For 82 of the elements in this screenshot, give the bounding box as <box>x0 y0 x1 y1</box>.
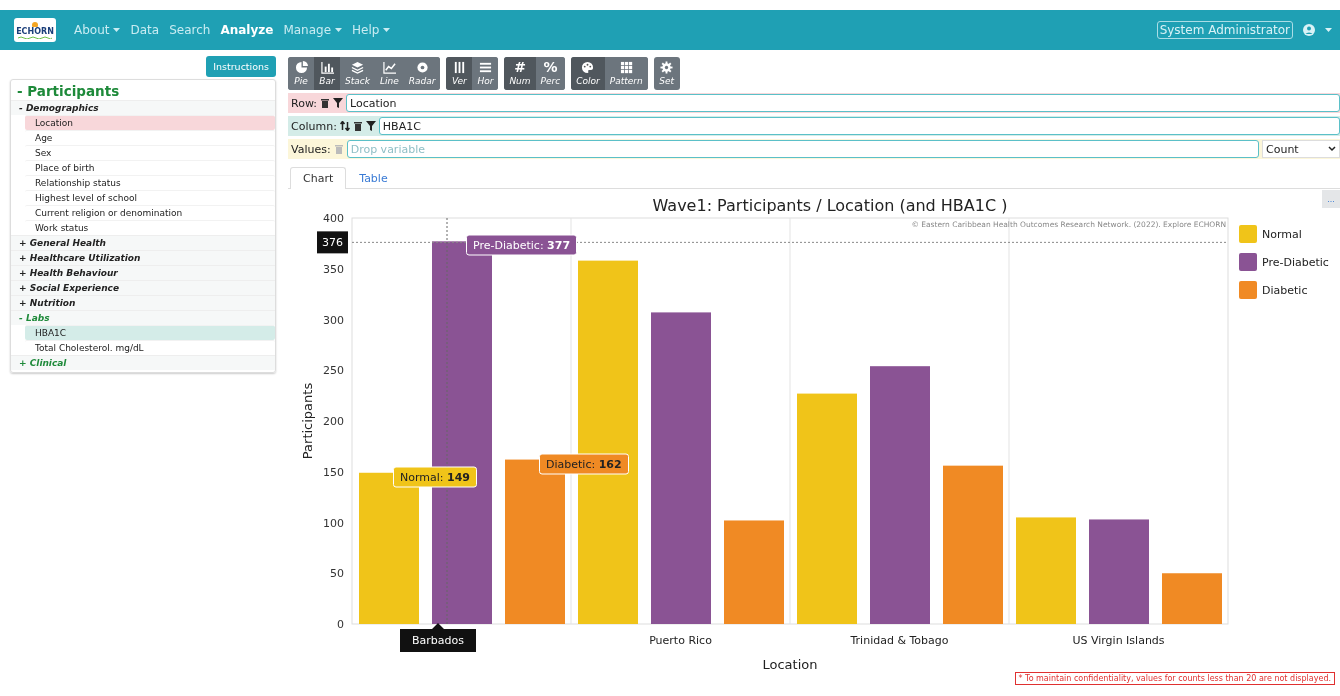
legend-label: Normal <box>1262 228 1302 241</box>
y-tick-label: 200 <box>323 415 344 428</box>
tree-group[interactable]: + Nutrition <box>11 295 275 310</box>
y-tick-label: 300 <box>323 313 344 327</box>
y-tick-label: 0 <box>337 618 344 631</box>
chart-title: Wave1: Participants / Location (and HBA1C ) <box>652 196 1008 215</box>
x-axis-title: Location <box>762 657 818 672</box>
confidentiality-note: * To maintain confidentiality, values for counts less than 20 are not displayed. <box>1014 672 1335 685</box>
pie-chart-icon <box>294 61 308 74</box>
x-tick-label: Trinidad & Tobago <box>850 634 949 647</box>
tree-root[interactable]: - Participants <box>11 82 275 100</box>
legend-item[interactable]: Pre-Diabetic <box>1239 253 1329 271</box>
tree-group[interactable]: + Clinical <box>11 355 275 370</box>
row-variable-field[interactable]: Location <box>346 94 1340 112</box>
sort-icon[interactable] <box>339 121 350 131</box>
view-tab[interactable]: Chart <box>290 167 347 189</box>
tree-group[interactable]: + Social Experience <box>11 280 275 295</box>
caret-icon <box>335 27 343 33</box>
zone-label: Column: <box>291 119 337 133</box>
tree-item[interactable]: Current religion or denomination <box>25 205 275 220</box>
legend-item[interactable]: Diabetic <box>1239 281 1308 299</box>
zone-label: Row: <box>291 96 317 110</box>
trash-icon[interactable] <box>320 98 330 108</box>
caret-icon <box>1325 27 1332 33</box>
chevron-down-icon <box>1328 146 1336 152</box>
tree-group[interactable]: - Labs <box>11 310 275 325</box>
trash-icon[interactable] <box>352 121 363 131</box>
tree-item[interactable]: HBA1C <box>25 325 275 340</box>
vertical-bars-icon <box>452 61 466 74</box>
user-icon[interactable] <box>1303 24 1315 36</box>
tree-item[interactable]: Location <box>25 115 275 130</box>
y-axis-title: Participants <box>300 382 315 460</box>
y-tick-label: 50 <box>330 567 344 581</box>
logo[interactable]: ECHORN <box>14 18 56 42</box>
tree-item[interactable]: Age <box>25 130 275 145</box>
filter-icon[interactable] <box>333 98 343 108</box>
chart-option-button[interactable]: Color <box>571 57 605 90</box>
y-tick-label: 150 <box>323 465 344 479</box>
x-tick-label: Barbados <box>412 634 465 647</box>
y-tick-label: 400 <box>323 212 344 225</box>
chart-menu-button[interactable]: ... <box>1322 190 1340 208</box>
tree-group[interactable]: + General Health <box>11 235 275 250</box>
column-variable-field[interactable]: HBA1C <box>378 117 1340 135</box>
zone-label: Values: <box>291 142 331 156</box>
y-tick-label: 100 <box>323 516 344 530</box>
tree-item[interactable]: Sex <box>25 145 275 160</box>
line-chart-icon <box>382 61 396 74</box>
tree-item[interactable]: Relationship status <box>25 175 275 190</box>
layers-icon <box>350 61 364 74</box>
aggregate-select[interactable]: Count <box>1262 140 1340 158</box>
menu-icon <box>478 61 492 74</box>
settings-icon <box>660 61 674 74</box>
tree-group[interactable]: + Healthcare Utilization <box>11 250 275 265</box>
y-tick-label: 250 <box>323 364 344 378</box>
caret-icon <box>113 27 121 33</box>
values-variable-field[interactable]: Drop variable <box>346 140 1259 158</box>
bar-chart-icon <box>320 61 334 74</box>
x-tick-label: Barbados <box>400 623 476 652</box>
tree-group[interactable]: - Demographics <box>11 100 275 115</box>
tree-item[interactable]: Highest level of school <box>25 190 275 205</box>
chart-option-button[interactable]: Bar <box>314 57 340 90</box>
tree-group[interactable]: + Health Behaviour <box>11 265 275 280</box>
x-tick-label: US Virgin Islands <box>1072 634 1165 647</box>
data-tooltip: Diabetic: 162 <box>539 453 629 475</box>
legend-label: Diabetic <box>1262 284 1308 297</box>
chart-option-button[interactable]: Ver <box>446 57 473 90</box>
x-tick-label: Puerto Rico <box>649 634 712 647</box>
chart-option-button[interactable]: # Num <box>504 57 536 90</box>
filter-icon[interactable] <box>365 121 376 131</box>
tree-item[interactable]: Place of birth <box>25 160 275 175</box>
legend-label: Pre-Diabetic <box>1262 256 1329 269</box>
crosshair-value-label: 376 <box>317 231 348 254</box>
grid-icon <box>619 61 633 74</box>
data-tooltip: Normal: 149 <box>393 466 477 488</box>
view-tab[interactable]: Table <box>346 167 401 189</box>
legend-item[interactable]: Normal <box>1239 225 1302 243</box>
caret-icon <box>383 27 391 33</box>
circle-icon <box>415 61 429 74</box>
y-tick-label: 350 <box>323 262 344 276</box>
data-tooltip: Pre-Diabetic: 377 <box>466 234 578 256</box>
palette-icon <box>581 61 595 74</box>
ref-line-label: 376 <box>322 236 343 250</box>
